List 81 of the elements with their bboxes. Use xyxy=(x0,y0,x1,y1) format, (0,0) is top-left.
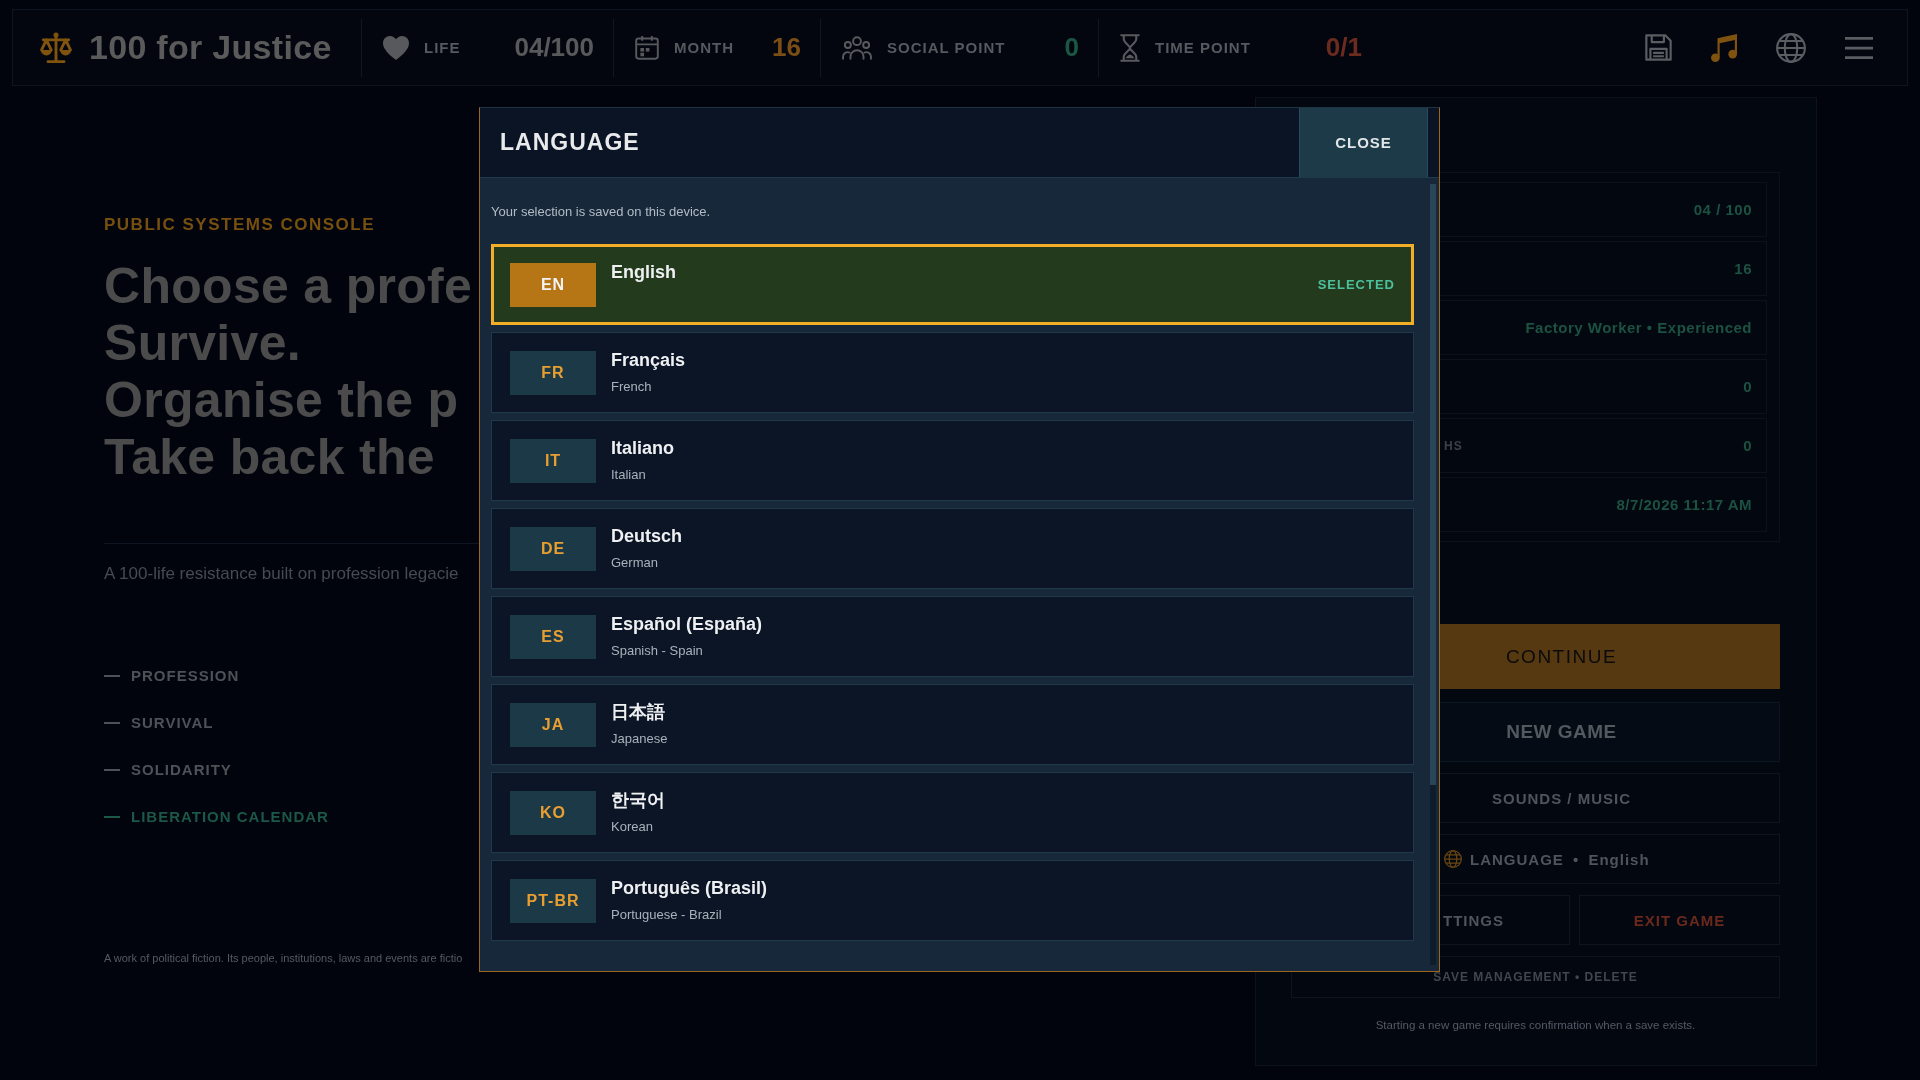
language-name: Italiano xyxy=(611,437,674,459)
stat-label: LIFE xyxy=(424,39,461,56)
scales-icon xyxy=(40,31,72,64)
language-code: FR xyxy=(510,350,596,395)
language-name: Français xyxy=(611,349,686,371)
scrollbar-thumb[interactable] xyxy=(1430,184,1436,786)
scrollbar-track[interactable] xyxy=(1430,184,1436,965)
language-code: DE xyxy=(510,526,596,571)
disclaimer-text: A work of political fiction. Its people, institutions, laws and events are fictio xyxy=(104,951,464,965)
section-eyebrow: PUBLIC SYSTEMS CONSOLE xyxy=(104,214,377,236)
language-english-name: Italian xyxy=(611,467,646,483)
heart-icon xyxy=(383,35,409,60)
language-option[interactable]: KO 한국어 Korean xyxy=(491,772,1414,853)
selected-label: SELECTED xyxy=(1317,277,1395,292)
dash-icon xyxy=(104,722,120,724)
language-option[interactable]: JA 日本語 Japanese xyxy=(491,684,1414,765)
language-name: 한국어 xyxy=(611,789,665,811)
language-option[interactable]: IT Italiano Italian xyxy=(491,420,1414,501)
panel-note: Starting a new game requires confirmation when a save exists. xyxy=(1374,1018,1697,1032)
language-english-name: French xyxy=(611,379,652,395)
language-english-name: Spanish - Spain xyxy=(611,643,703,659)
nav-link[interactable]: SURVIVAL xyxy=(104,713,214,733)
language-name: Deutsch xyxy=(611,525,682,547)
dialog-title: LANGUAGE xyxy=(500,129,640,156)
language-code: EN xyxy=(510,262,596,307)
dash-icon xyxy=(104,769,120,771)
menu-icon[interactable] xyxy=(1845,36,1873,59)
globe-icon xyxy=(1444,850,1462,868)
headline: Choose a profe Survive. Organise the p Take back the xyxy=(104,258,474,486)
language-code: JA xyxy=(510,702,596,747)
language-code: PT-BR xyxy=(510,878,596,923)
row-label: HS xyxy=(1444,438,1463,453)
music-icon[interactable] xyxy=(1711,33,1737,62)
people-icon xyxy=(842,35,872,60)
stat-value: 04/100 xyxy=(514,32,594,63)
row-value: 0 xyxy=(1743,437,1752,454)
stat-value: 16 xyxy=(772,32,801,63)
language-name: Español (España) xyxy=(611,613,763,635)
row-value: 04 / 100 xyxy=(1693,201,1752,218)
nav-link[interactable]: SOLIDARITY xyxy=(104,760,232,780)
language-code: IT xyxy=(510,438,596,483)
app-title: 100 for Justice xyxy=(89,28,332,67)
nav-link[interactable]: PROFESSION xyxy=(104,666,240,686)
row-value: 8/7/2026 11:17 AM xyxy=(1616,496,1752,513)
calendar-icon xyxy=(635,35,659,60)
exit-button[interactable]: EXIT GAME xyxy=(1579,895,1780,945)
language-option[interactable]: ES Español (España) Spanish - Spain xyxy=(491,596,1414,677)
dialog-note: Your selection is saved on this device. xyxy=(491,204,712,220)
row-value: Factory Worker • Experienced xyxy=(1525,319,1752,336)
language-name: Português (Brasil) xyxy=(611,877,768,899)
language-code: ES xyxy=(510,614,596,659)
dash-icon xyxy=(104,675,120,677)
secondary-button[interactable]: NEW GAME xyxy=(1440,702,1780,762)
stat-label: SOCIAL POINT xyxy=(887,39,1006,56)
stat-value: 0 xyxy=(1064,32,1079,63)
stat-value: 0/1 xyxy=(1325,32,1362,63)
nav-link[interactable]: LIBERATION CALENDAR xyxy=(104,807,329,827)
close-button[interactable]: CLOSE xyxy=(1299,108,1428,177)
dash-icon xyxy=(104,816,120,818)
language-english-name: Japanese xyxy=(611,731,668,747)
language-english-name: German xyxy=(611,555,658,571)
language-english-name: Korean xyxy=(611,819,653,835)
globe-icon[interactable] xyxy=(1776,32,1806,63)
stat-label: MONTH xyxy=(674,39,734,56)
language-button[interactable]: LANGUAGE • English xyxy=(1440,834,1780,884)
language-code: KO xyxy=(510,790,596,835)
language-option[interactable]: EN English SELECTED xyxy=(491,244,1414,325)
primary-button[interactable]: CONTINUE xyxy=(1440,624,1780,689)
language-name: 日本語 xyxy=(611,701,665,723)
language-name: English xyxy=(611,261,676,283)
language-option[interactable]: FR Français French xyxy=(491,332,1414,413)
hourglass-icon xyxy=(1120,33,1140,62)
language-option[interactable]: DE Deutsch German xyxy=(491,508,1414,589)
menu-button[interactable]: SOUNDS / MUSIC xyxy=(1440,773,1780,823)
language-option[interactable]: PT-BR Português (Brasil) Portuguese - Brazil xyxy=(491,860,1414,941)
row-value: 0 xyxy=(1743,378,1752,395)
tagline: A 100-life resistance built on profession legacie xyxy=(104,564,460,584)
language-english-name: Portuguese - Brazil xyxy=(611,907,722,923)
save-icon[interactable] xyxy=(1645,34,1672,61)
row-value: 16 xyxy=(1734,260,1752,277)
stat-label: TIME POINT xyxy=(1155,39,1251,56)
